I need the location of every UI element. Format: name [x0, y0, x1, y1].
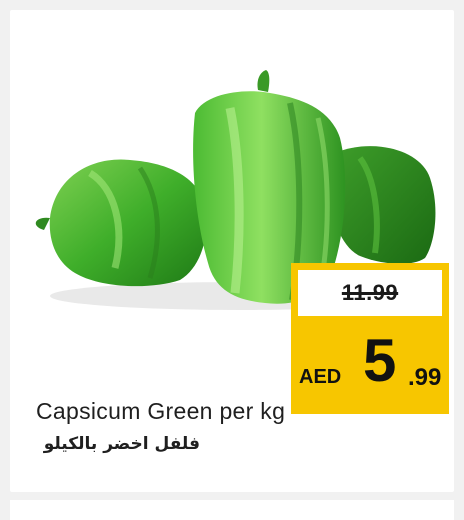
old-price-box: 11.99: [298, 270, 442, 316]
price-badge: 11.99 AED 5 .99: [291, 263, 449, 414]
old-price: 11.99: [341, 280, 399, 305]
product-name-arabic: فلفل اخضر بالكيلو: [43, 434, 200, 454]
product-name[interactable]: Capsicum Green per kg: [36, 398, 285, 425]
price-decimal: .99: [408, 364, 442, 391]
next-product-card: [10, 500, 454, 520]
product-card[interactable]: 11.99 AED 5 .99 Capsicum Green per kg فل…: [10, 10, 454, 492]
price-integer: 5: [363, 327, 397, 394]
currency-label: AED: [299, 366, 342, 388]
